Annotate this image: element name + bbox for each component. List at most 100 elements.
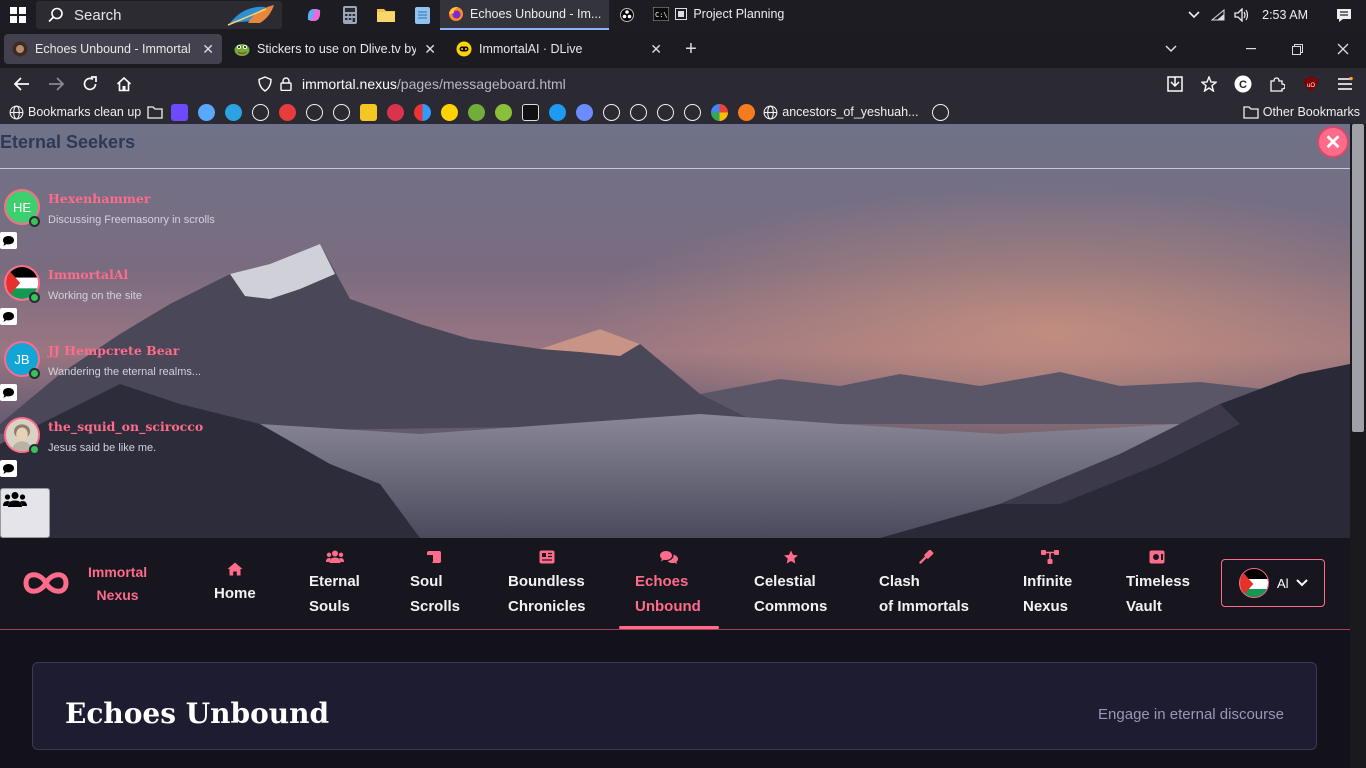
lock-icon[interactable] — [280, 77, 292, 91]
nav-clash-of-immortals[interactable]: Clash of Immortals — [879, 538, 969, 630]
bookmark-twitter[interactable] — [544, 101, 571, 123]
bookmark-star-icon[interactable] — [1192, 68, 1226, 100]
user-name[interactable]: ImmortalAl — [48, 267, 128, 282]
active-nav-underline — [619, 626, 719, 629]
obs-icon[interactable] — [609, 0, 645, 30]
browser-tab-dlive[interactable]: ImmortalAI · DLive ✕ — [448, 34, 670, 64]
nav-eternal-souls[interactable]: Eternal Souls — [309, 538, 360, 630]
app-menu-icon[interactable] — [1328, 68, 1362, 100]
bookmark-frog[interactable] — [490, 101, 517, 123]
account-c-icon[interactable]: C — [1226, 68, 1260, 100]
telegram-icon — [225, 103, 243, 121]
bookmark-red-pill[interactable] — [274, 101, 301, 123]
bookmark-clean-up[interactable]: Bookmarks clean up — [6, 101, 144, 123]
bookmark-toys[interactable] — [409, 101, 436, 123]
taskbar-search-box[interactable]: Search — [36, 1, 282, 29]
file-explorer-icon[interactable] — [368, 0, 404, 30]
windows-logo-icon — [10, 7, 26, 23]
user-name[interactable]: Hexenhammer — [48, 191, 150, 206]
browser-tab-echoes-unbound[interactable]: Echoes Unbound - Immortal Nexus ✕ — [4, 34, 222, 64]
globe-icon — [252, 103, 270, 121]
forward-button[interactable] — [39, 68, 73, 100]
chat-bubble-icon[interactable] — [0, 460, 17, 477]
bookmark-red-flower[interactable] — [382, 101, 409, 123]
home-button[interactable] — [107, 68, 141, 100]
nav-celestial-commons[interactable]: Celestial Commons — [754, 538, 827, 630]
bookmark-butterfly[interactable] — [571, 101, 598, 123]
bookmark-globe[interactable] — [679, 101, 706, 123]
toggle-users-panel-button[interactable] — [0, 488, 50, 538]
bookmark-globe[interactable] — [927, 101, 954, 123]
bookmark-google[interactable] — [706, 101, 733, 123]
bookmark-globe[interactable] — [328, 101, 355, 123]
tab-close-icon[interactable]: ✕ — [650, 41, 662, 58]
nav-echoes-unbound[interactable]: Echoes Unbound — [619, 538, 719, 630]
taskbar-firefox-window[interactable]: Echoes Unbound - Im... — [440, 0, 610, 30]
bookmark-skull[interactable] — [517, 101, 544, 123]
nav-soul-scrolls[interactable]: Soul Scrolls — [410, 538, 460, 630]
nav-timeless-vault[interactable]: Timeless Vault — [1126, 538, 1190, 630]
chat-bubble-icon[interactable] — [0, 384, 17, 401]
bookmark-cloud[interactable] — [193, 101, 220, 123]
infinity-logo-icon[interactable] — [22, 568, 70, 598]
tracking-protection-shield-icon[interactable] — [258, 76, 272, 92]
online-user-item[interactable]: HE Hexenhammer Discussing Freemasonry in… — [0, 189, 360, 265]
bookmark-folder[interactable] — [144, 101, 166, 123]
online-user-item[interactable]: ImmortalAl Working on the site — [0, 265, 360, 341]
copilot-icon[interactable] — [296, 0, 332, 30]
save-to-pocket-icon[interactable] — [1158, 68, 1192, 100]
frog-icon — [468, 103, 486, 121]
bookmark-telegram[interactable] — [220, 101, 247, 123]
close-window-button[interactable] — [1320, 30, 1366, 68]
bookmark-ancestors[interactable]: ancestors_of_yeshuah... — [760, 101, 921, 123]
bookmark-globe[interactable] — [301, 101, 328, 123]
volume-icon[interactable] — [1230, 8, 1254, 22]
nav-boundless-chronicles[interactable]: Boundless Chronicles — [508, 538, 586, 630]
calculator-icon[interactable] — [332, 0, 368, 30]
bookmark-globe[interactable] — [247, 101, 274, 123]
notification-center-icon[interactable] — [1332, 8, 1356, 23]
new-tab-button[interactable]: + — [676, 34, 706, 64]
bookmark-globe[interactable] — [652, 101, 679, 123]
tab-close-icon[interactable]: ✕ — [202, 41, 214, 58]
other-bookmarks[interactable]: Other Bookmarks — [1243, 100, 1360, 124]
ublock-origin-icon[interactable]: uO — [1294, 68, 1328, 100]
nav-home[interactable]: Home — [214, 538, 256, 630]
page-scrollbar-thumb[interactable] — [1352, 124, 1364, 432]
bookmark-globe[interactable] — [598, 101, 625, 123]
user-name[interactable]: JJ Hempcrete Bear — [48, 343, 179, 358]
url-bar[interactable]: immortal.nexus/pages/messageboard.html — [258, 71, 1154, 97]
minimize-window-button[interactable] — [1228, 30, 1274, 68]
online-user-item[interactable]: the_squid_on_scirocco Jesus said be like… — [0, 417, 360, 493]
extensions-puzzle-icon[interactable] — [1260, 68, 1294, 100]
bookmark-orange[interactable] — [733, 101, 760, 123]
browser-tab-stickers[interactable]: Stickers to use on Dlive.tv by sp ✕ — [226, 34, 444, 64]
tray-overflow-chevron-icon[interactable] — [1182, 11, 1206, 19]
wifi-icon[interactable] — [1206, 9, 1230, 21]
chat-bubble-icon[interactable] — [0, 232, 17, 249]
windows-start-button[interactable] — [0, 0, 36, 30]
close-panel-button[interactable]: ✕ — [1317, 126, 1349, 158]
bookmark-yellow-square[interactable] — [355, 101, 382, 123]
bookmark-frog[interactable] — [463, 101, 490, 123]
bookmark-dlive[interactable] — [436, 101, 463, 123]
user-status: Jesus said be like me. — [48, 442, 157, 454]
twitter-bird-icon — [549, 103, 567, 121]
back-button[interactable] — [5, 68, 39, 100]
taskbar-terminal-window[interactable]: C:\ Project Planning — [645, 0, 792, 30]
online-user-item[interactable]: JB JJ Hempcrete Bear Wandering the etern… — [0, 341, 360, 417]
user-name[interactable]: the_squid_on_scirocco — [48, 419, 203, 434]
nav-infinite-nexus[interactable]: Infinite Nexus — [1023, 538, 1072, 630]
user-menu-button[interactable]: Al — [1221, 559, 1325, 607]
reload-button[interactable] — [73, 68, 107, 100]
bookmark-proton-mail[interactable] — [166, 101, 193, 123]
list-all-tabs-chevron-icon[interactable] — [1148, 30, 1194, 68]
notepad-icon[interactable] — [404, 0, 440, 30]
user-status: Working on the site — [48, 290, 142, 302]
restore-window-button[interactable] — [1274, 30, 1320, 68]
tab-close-icon[interactable]: ✕ — [424, 41, 436, 58]
taskbar-clock[interactable]: 2:53 AM — [1262, 8, 1308, 22]
chat-bubble-icon[interactable] — [0, 308, 17, 325]
bookmark-globe[interactable] — [625, 101, 652, 123]
site-brand-name[interactable]: Immortal Nexus — [88, 561, 147, 607]
